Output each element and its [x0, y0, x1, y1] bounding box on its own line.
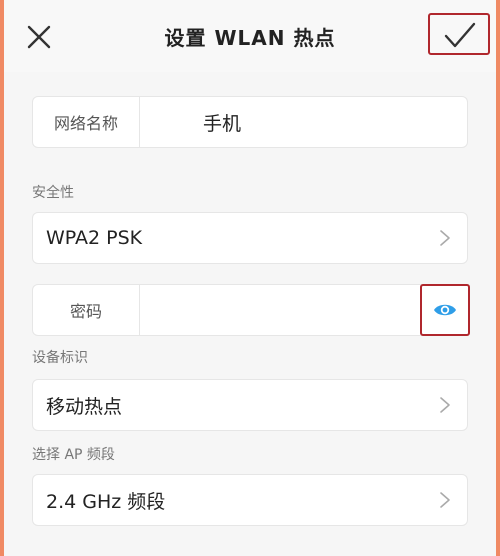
password-label: 密码: [33, 285, 140, 335]
confirm-button[interactable]: [428, 13, 490, 55]
chevron-right-icon: [440, 230, 450, 246]
password-field[interactable]: 密码: [32, 284, 470, 336]
top-bar: 设置 WLAN 热点: [4, 0, 496, 72]
device-id-section-label: 设备标识: [32, 350, 88, 366]
wlan-hotspot-settings-screen: 设置 WLAN 热点 网络名称 手机 安全性 WPA2 PSK 密码 设备标识 …: [4, 0, 496, 556]
security-section-label: 安全性: [32, 185, 74, 201]
checkmark-icon: [444, 22, 476, 48]
network-name-input[interactable]: 手机: [203, 97, 241, 147]
ap-band-value: 2.4 GHz 频段: [46, 490, 166, 513]
ap-band-selector[interactable]: 2.4 GHz 频段: [32, 474, 468, 526]
ap-band-section-label: 选择 AP 频段: [32, 447, 115, 463]
network-name-label: 网络名称: [33, 97, 140, 147]
network-name-field[interactable]: 网络名称 手机: [32, 96, 468, 148]
chevron-right-icon: [440, 397, 450, 413]
show-password-toggle[interactable]: [420, 284, 470, 336]
page-title: 设置 WLAN 热点: [164, 26, 336, 50]
device-id-selector[interactable]: 移动热点: [32, 379, 468, 431]
security-value: WPA2 PSK: [46, 227, 143, 249]
device-id-value: 移动热点: [46, 395, 123, 418]
eye-icon: [434, 304, 456, 316]
chevron-right-icon: [440, 492, 450, 508]
security-selector[interactable]: WPA2 PSK: [32, 212, 468, 264]
